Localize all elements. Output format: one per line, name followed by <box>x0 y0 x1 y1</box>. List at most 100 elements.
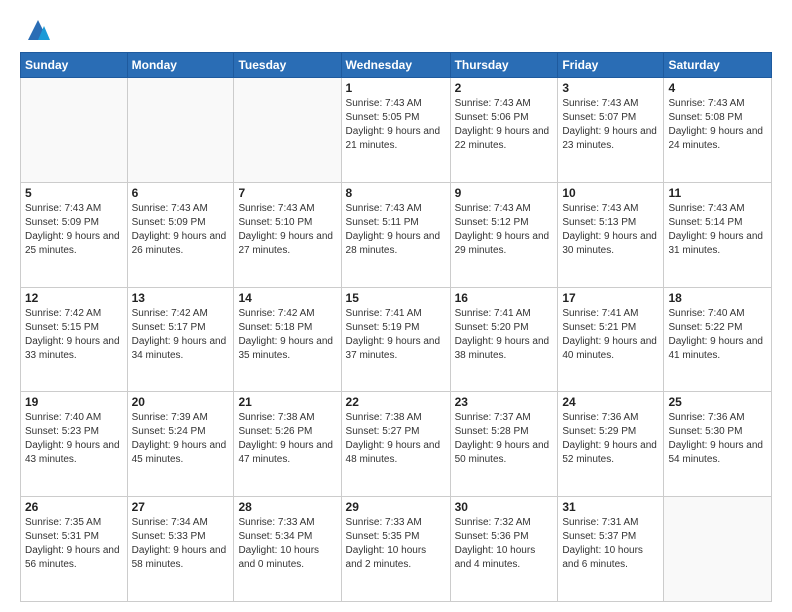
day-info: Sunrise: 7:36 AM Sunset: 5:30 PM Dayligh… <box>668 411 767 467</box>
day-info: Sunrise: 7:41 AM Sunset: 5:21 PM Dayligh… <box>562 307 659 363</box>
calendar-cell: 18 Sunrise: 7:40 AM Sunset: 5:22 PM Dayli… <box>664 287 772 392</box>
calendar-cell: 31Sunrise: 7:31 AM Sunset: 5:37 PM Dayli… <box>558 497 664 602</box>
calendar-cell: 8Sunrise: 7:43 AM Sunset: 5:11 PM Daylig… <box>341 182 450 287</box>
logo-icon <box>24 16 52 44</box>
day-number: 2 <box>455 81 554 95</box>
day-info: Sunrise: 7:43 AM Sunset: 5:10 PM Dayligh… <box>238 202 336 258</box>
day-number: 15 <box>346 291 446 305</box>
day-number: 1 <box>346 81 446 95</box>
day-info: Sunrise: 7:33 AM Sunset: 5:34 PM Dayligh… <box>238 516 336 572</box>
calendar-cell: 11 Sunrise: 7:43 AM Sunset: 5:14 PM Dayli… <box>664 182 772 287</box>
day-number: 9 <box>455 186 554 200</box>
day-number: 20 <box>132 395 230 409</box>
calendar-cell: 12 Sunrise: 7:42 AM Sunset: 5:15 PM Dayli… <box>21 287 128 392</box>
calendar-cell: 29Sunrise: 7:33 AM Sunset: 5:35 PM Dayli… <box>341 497 450 602</box>
calendar-cell: 1 Sunrise: 7:43 AM Sunset: 5:05 PM Daylig… <box>341 78 450 183</box>
day-number: 22 <box>346 395 446 409</box>
day-number: 12 <box>25 291 123 305</box>
day-number: 23 <box>455 395 554 409</box>
day-info: Sunrise: 7:41 AM Sunset: 5:19 PM Dayligh… <box>346 307 446 363</box>
week-row-5: 26Sunrise: 7:35 AM Sunset: 5:31 PM Dayli… <box>21 497 772 602</box>
calendar-cell: 4Sunrise: 7:43 AM Sunset: 5:08 PM Daylig… <box>664 78 772 183</box>
calendar-cell: 24 Sunrise: 7:36 AM Sunset: 5:29 PM Dayli… <box>558 392 664 497</box>
col-header-monday: Monday <box>127 53 234 78</box>
day-info: Sunrise: 7:42 AM Sunset: 5:18 PM Dayligh… <box>238 307 336 363</box>
day-number: 31 <box>562 500 659 514</box>
day-number: 19 <box>25 395 123 409</box>
calendar-cell: 14 Sunrise: 7:42 AM Sunset: 5:18 PM Dayli… <box>234 287 341 392</box>
calendar-cell: 9 Sunrise: 7:43 AM Sunset: 5:12 PM Daylig… <box>450 182 558 287</box>
calendar-cell: 13Sunrise: 7:42 AM Sunset: 5:17 PM Dayli… <box>127 287 234 392</box>
day-info: Sunrise: 7:36 AM Sunset: 5:29 PM Dayligh… <box>562 411 659 467</box>
day-info: Sunrise: 7:43 AM Sunset: 5:09 PM Dayligh… <box>25 202 123 258</box>
day-info: Sunrise: 7:39 AM Sunset: 5:24 PM Dayligh… <box>132 411 230 467</box>
day-info: Sunrise: 7:43 AM Sunset: 5:12 PM Dayligh… <box>455 202 554 258</box>
day-info: Sunrise: 7:43 AM Sunset: 5:07 PM Dayligh… <box>562 97 659 153</box>
day-info: Sunrise: 7:40 AM Sunset: 5:23 PM Dayligh… <box>25 411 123 467</box>
day-number: 29 <box>346 500 446 514</box>
day-info: Sunrise: 7:43 AM Sunset: 5:05 PM Dayligh… <box>346 97 446 153</box>
calendar-cell <box>234 78 341 183</box>
calendar-cell: 21Sunrise: 7:38 AM Sunset: 5:26 PM Dayli… <box>234 392 341 497</box>
day-number: 16 <box>455 291 554 305</box>
calendar-cell: 2 Sunrise: 7:43 AM Sunset: 5:06 PM Daylig… <box>450 78 558 183</box>
day-info: Sunrise: 7:37 AM Sunset: 5:28 PM Dayligh… <box>455 411 554 467</box>
day-number: 28 <box>238 500 336 514</box>
col-header-thursday: Thursday <box>450 53 558 78</box>
calendar-cell: 5 Sunrise: 7:43 AM Sunset: 5:09 PM Daylig… <box>21 182 128 287</box>
week-row-1: 1 Sunrise: 7:43 AM Sunset: 5:05 PM Daylig… <box>21 78 772 183</box>
page: SundayMondayTuesdayWednesdayThursdayFrid… <box>0 0 792 612</box>
day-number: 18 <box>668 291 767 305</box>
day-number: 27 <box>132 500 230 514</box>
calendar-cell: 17 Sunrise: 7:41 AM Sunset: 5:21 PM Dayli… <box>558 287 664 392</box>
calendar-cell <box>127 78 234 183</box>
calendar-cell: 20 Sunrise: 7:39 AM Sunset: 5:24 PM Dayli… <box>127 392 234 497</box>
calendar-cell: 28 Sunrise: 7:33 AM Sunset: 5:34 PM Dayli… <box>234 497 341 602</box>
calendar-cell: 25 Sunrise: 7:36 AM Sunset: 5:30 PM Dayli… <box>664 392 772 497</box>
header <box>20 16 772 44</box>
day-number: 10 <box>562 186 659 200</box>
calendar-cell: 10 Sunrise: 7:43 AM Sunset: 5:13 PM Dayli… <box>558 182 664 287</box>
day-info: Sunrise: 7:42 AM Sunset: 5:15 PM Dayligh… <box>25 307 123 363</box>
calendar-cell: 27 Sunrise: 7:34 AM Sunset: 5:33 PM Dayli… <box>127 497 234 602</box>
week-row-2: 5 Sunrise: 7:43 AM Sunset: 5:09 PM Daylig… <box>21 182 772 287</box>
day-number: 7 <box>238 186 336 200</box>
calendar-cell: 26Sunrise: 7:35 AM Sunset: 5:31 PM Dayli… <box>21 497 128 602</box>
week-row-4: 19 Sunrise: 7:40 AM Sunset: 5:23 PM Dayli… <box>21 392 772 497</box>
day-info: Sunrise: 7:35 AM Sunset: 5:31 PM Dayligh… <box>25 516 123 572</box>
calendar-cell: 6Sunrise: 7:43 AM Sunset: 5:09 PM Daylig… <box>127 182 234 287</box>
day-info: Sunrise: 7:32 AM Sunset: 5:36 PM Dayligh… <box>455 516 554 572</box>
day-number: 5 <box>25 186 123 200</box>
calendar-cell: 22 Sunrise: 7:38 AM Sunset: 5:27 PM Dayli… <box>341 392 450 497</box>
calendar-cell: 7 Sunrise: 7:43 AM Sunset: 5:10 PM Daylig… <box>234 182 341 287</box>
days-header-row: SundayMondayTuesdayWednesdayThursdayFrid… <box>21 53 772 78</box>
calendar-cell: 16Sunrise: 7:41 AM Sunset: 5:20 PM Dayli… <box>450 287 558 392</box>
calendar-cell: 30Sunrise: 7:32 AM Sunset: 5:36 PM Dayli… <box>450 497 558 602</box>
day-number: 14 <box>238 291 336 305</box>
day-info: Sunrise: 7:38 AM Sunset: 5:27 PM Dayligh… <box>346 411 446 467</box>
day-info: Sunrise: 7:40 AM Sunset: 5:22 PM Dayligh… <box>668 307 767 363</box>
col-header-friday: Friday <box>558 53 664 78</box>
calendar-cell: 19 Sunrise: 7:40 AM Sunset: 5:23 PM Dayli… <box>21 392 128 497</box>
day-number: 3 <box>562 81 659 95</box>
calendar-cell: 23 Sunrise: 7:37 AM Sunset: 5:28 PM Dayli… <box>450 392 558 497</box>
calendar-cell <box>664 497 772 602</box>
day-number: 24 <box>562 395 659 409</box>
calendar-cell: 15 Sunrise: 7:41 AM Sunset: 5:19 PM Dayli… <box>341 287 450 392</box>
day-info: Sunrise: 7:34 AM Sunset: 5:33 PM Dayligh… <box>132 516 230 572</box>
day-number: 25 <box>668 395 767 409</box>
week-row-3: 12 Sunrise: 7:42 AM Sunset: 5:15 PM Dayli… <box>21 287 772 392</box>
calendar-cell: 3 Sunrise: 7:43 AM Sunset: 5:07 PM Daylig… <box>558 78 664 183</box>
day-info: Sunrise: 7:43 AM Sunset: 5:09 PM Dayligh… <box>132 202 230 258</box>
calendar-cell <box>21 78 128 183</box>
col-header-saturday: Saturday <box>664 53 772 78</box>
day-number: 17 <box>562 291 659 305</box>
day-info: Sunrise: 7:43 AM Sunset: 5:14 PM Dayligh… <box>668 202 767 258</box>
day-number: 13 <box>132 291 230 305</box>
day-number: 11 <box>668 186 767 200</box>
day-info: Sunrise: 7:43 AM Sunset: 5:06 PM Dayligh… <box>455 97 554 153</box>
calendar-table: SundayMondayTuesdayWednesdayThursdayFrid… <box>20 52 772 602</box>
day-info: Sunrise: 7:43 AM Sunset: 5:08 PM Dayligh… <box>668 97 767 153</box>
logo <box>20 16 52 44</box>
day-info: Sunrise: 7:43 AM Sunset: 5:13 PM Dayligh… <box>562 202 659 258</box>
